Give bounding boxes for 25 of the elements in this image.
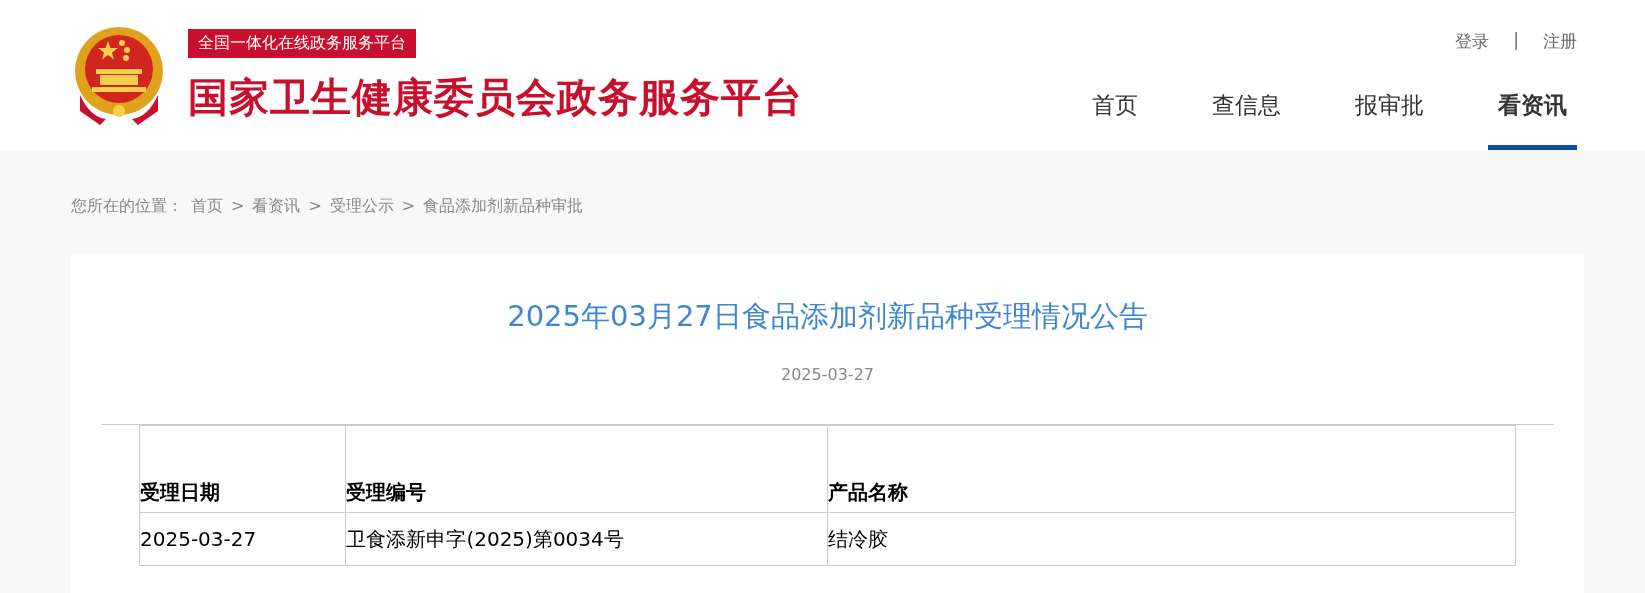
table-cell: 卫食添新申字(2025)第0034号: [345, 512, 828, 566]
column-header: 受理编号: [345, 425, 828, 513]
site-title: 国家卫生健康委员会政务服务平台: [188, 73, 803, 122]
account-link[interactable]: 注册: [1543, 30, 1577, 53]
table-cell: 2025-03-27: [139, 512, 346, 566]
article-title: 2025年03月27日食品添加剂新品种受理情况公告: [506, 298, 1149, 335]
breadcrumb-link[interactable]: 看资讯: [252, 196, 301, 217]
platform-tag: 全国一体化在线政务服务平台: [188, 29, 416, 58]
breadcrumb-link[interactable]: 首页: [191, 196, 223, 217]
column-header: 受理日期: [139, 425, 346, 513]
column-header: 产品名称: [827, 425, 1516, 513]
breadcrumb-separator: >: [231, 196, 245, 217]
account-link[interactable]: 登录: [1455, 30, 1490, 53]
breadcrumb-separator: >: [308, 196, 322, 217]
breadcrumb-separator: >: [401, 196, 416, 217]
link-divider: |: [1513, 30, 1519, 52]
breadcrumb-label: 您所在的位置：: [71, 196, 183, 217]
nav-tab[interactable]: 首页: [1082, 74, 1148, 150]
table-cell: 结冷胶: [827, 512, 1516, 566]
publish-date: 2025-03-27: [780, 365, 875, 384]
nav-tab[interactable]: 查信息: [1202, 74, 1291, 150]
breadcrumb-link[interactable]: 食品添加剂新品种审批: [423, 196, 584, 217]
nav-tab[interactable]: 报审批: [1345, 74, 1434, 150]
nav-tab[interactable]: 看资讯: [1488, 74, 1577, 150]
breadcrumb-link[interactable]: 受理公示: [329, 196, 394, 217]
